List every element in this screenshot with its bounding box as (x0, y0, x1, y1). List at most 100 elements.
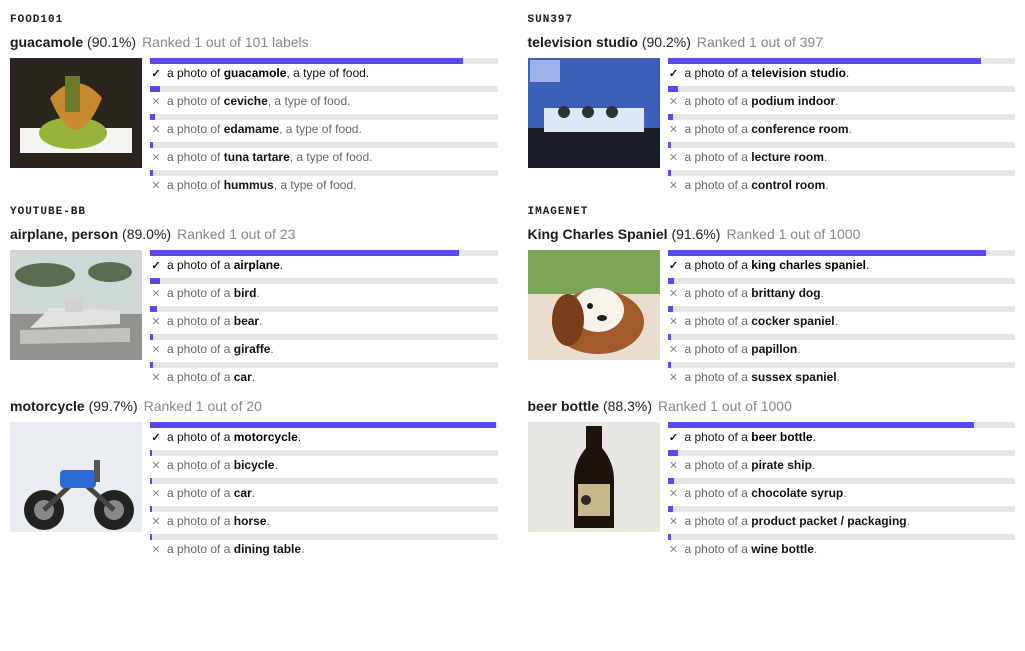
pred-bold: guacamole (224, 66, 287, 80)
prediction-row: ✕a photo of a car. (150, 362, 498, 384)
prediction-text: a photo of a cocker spaniel. (685, 314, 838, 328)
prediction-bar-fill (150, 306, 157, 312)
predictions-list: ✓a photo of guacamole, a type of food.✕a… (150, 58, 498, 198)
prediction-bar-track (150, 58, 498, 64)
example-score: (89.0%) (122, 226, 171, 242)
prediction-bar-track (668, 422, 1016, 428)
prediction-row: ✕a photo of a conference room. (668, 114, 1016, 136)
check-icon: ✓ (668, 431, 680, 444)
prediction-label: ✕a photo of a pirate ship. (668, 456, 1016, 472)
prediction-row: ✕a photo of a papillon. (668, 334, 1016, 356)
prediction-bar-track (668, 506, 1016, 512)
prediction-label: ✕a photo of a bicycle. (150, 456, 498, 472)
prediction-bar-fill (150, 86, 160, 92)
pred-prefix: a photo of a (167, 286, 234, 300)
check-icon: ✓ (150, 67, 162, 80)
example: King Charles Spaniel (91.6%)Ranked 1 out… (528, 226, 1016, 390)
pred-prefix: a photo of a (685, 370, 752, 384)
example-thumbnail (10, 422, 142, 532)
prediction-row: ✕a photo of a chocolate syrup. (668, 478, 1016, 500)
pred-suffix: . (843, 486, 846, 500)
pred-prefix: a photo of (167, 94, 224, 108)
pred-suffix: . (821, 286, 824, 300)
cross-icon: ✕ (150, 459, 162, 472)
predictions-list: ✓a photo of a motorcycle.✕a photo of a b… (150, 422, 498, 562)
prediction-row: ✕a photo of a dining table. (150, 534, 498, 556)
prediction-row: ✕a photo of a control room. (668, 170, 1016, 192)
pred-suffix: . (813, 430, 816, 444)
prediction-text: a photo of a television studio. (685, 66, 850, 80)
pred-prefix: a photo of a (167, 514, 234, 528)
prediction-bar-track (150, 142, 498, 148)
prediction-bar-fill (150, 114, 155, 120)
example-label: motorcycle (10, 398, 85, 414)
pred-bold: wine bottle (751, 542, 814, 556)
example-header: airplane, person (89.0%)Ranked 1 out of … (10, 226, 498, 242)
prediction-bar-track (150, 170, 498, 176)
prediction-label: ✕a photo of a car. (150, 368, 498, 384)
pred-prefix: a photo of a (685, 66, 752, 80)
prediction-bar-fill (668, 362, 671, 368)
example-rank: Ranked 1 out of 1000 (658, 398, 792, 414)
prediction-bar-track (668, 86, 1016, 92)
pred-prefix: a photo of a (685, 342, 752, 356)
example-thumbnail (528, 422, 660, 532)
cross-icon: ✕ (150, 95, 162, 108)
pred-bold: giraffe (234, 342, 271, 356)
pred-bold: chocolate syrup (751, 486, 843, 500)
prediction-bar-fill (668, 142, 671, 148)
cross-icon: ✕ (668, 151, 680, 164)
pred-prefix: a photo of a (685, 122, 752, 136)
pred-bold: bird (234, 286, 257, 300)
prediction-label: ✓a photo of guacamole, a type of food. (150, 64, 498, 80)
prediction-text: a photo of a bird. (167, 286, 260, 300)
prediction-bar-fill (668, 422, 975, 428)
pred-prefix: a photo of a (685, 258, 752, 272)
example-thumbnail (10, 58, 142, 168)
pred-suffix: , a type of food. (279, 122, 362, 136)
example-rank: Ranked 1 out of 1000 (726, 226, 860, 242)
cross-icon: ✕ (668, 95, 680, 108)
example-score: (90.1%) (87, 34, 136, 50)
check-icon: ✓ (150, 259, 162, 272)
pred-prefix: a photo of a (167, 314, 234, 328)
prediction-bar-track (668, 478, 1016, 484)
prediction-row: ✕a photo of a brittany dog. (668, 278, 1016, 300)
cross-icon: ✕ (668, 543, 680, 556)
prediction-row: ✕a photo of a sussex spaniel. (668, 362, 1016, 384)
dataset-label: IMAGENET (528, 206, 1016, 218)
cross-icon: ✕ (150, 315, 162, 328)
prediction-label: ✕a photo of a lecture room. (668, 148, 1016, 164)
pred-prefix: a photo of (167, 122, 224, 136)
prediction-label: ✕a photo of hummus, a type of food. (150, 176, 498, 192)
pred-suffix: . (270, 342, 273, 356)
cross-icon: ✕ (150, 543, 162, 556)
prediction-row: ✕a photo of hummus, a type of food. (150, 170, 498, 192)
pred-bold: car (234, 486, 252, 500)
prediction-text: a photo of a bear. (167, 314, 262, 328)
pred-suffix: . (274, 458, 277, 472)
example-header: television studio (90.2%)Ranked 1 out of… (528, 34, 1016, 50)
prediction-bar-track (150, 506, 498, 512)
prediction-label: ✕a photo of a papillon. (668, 340, 1016, 356)
example-rank: Ranked 1 out of 20 (144, 398, 262, 414)
prediction-row: ✓a photo of guacamole, a type of food. (150, 58, 498, 80)
prediction-label: ✓a photo of a airplane. (150, 256, 498, 272)
prediction-bar-track (668, 278, 1016, 284)
pred-suffix: . (280, 258, 283, 272)
example-score: (99.7%) (89, 398, 138, 414)
prediction-text: a photo of edamame, a type of food. (167, 122, 362, 136)
example-thumbnail (528, 250, 660, 360)
pred-suffix: . (252, 486, 255, 500)
prediction-text: a photo of a car. (167, 486, 255, 500)
pred-bold: brittany dog (751, 286, 820, 300)
example: motorcycle (99.7%)Ranked 1 out of 20 ✓a … (10, 398, 498, 562)
prediction-label: ✕a photo of a chocolate syrup. (668, 484, 1016, 500)
prediction-bar-fill (150, 506, 152, 512)
check-icon: ✓ (668, 67, 680, 80)
cross-icon: ✕ (668, 515, 680, 528)
prediction-label: ✕ a photo of a bear. (150, 312, 498, 328)
pred-suffix: . (866, 258, 869, 272)
prediction-row: ✕a photo of a car. (150, 478, 498, 500)
pred-prefix: a photo of (167, 66, 224, 80)
